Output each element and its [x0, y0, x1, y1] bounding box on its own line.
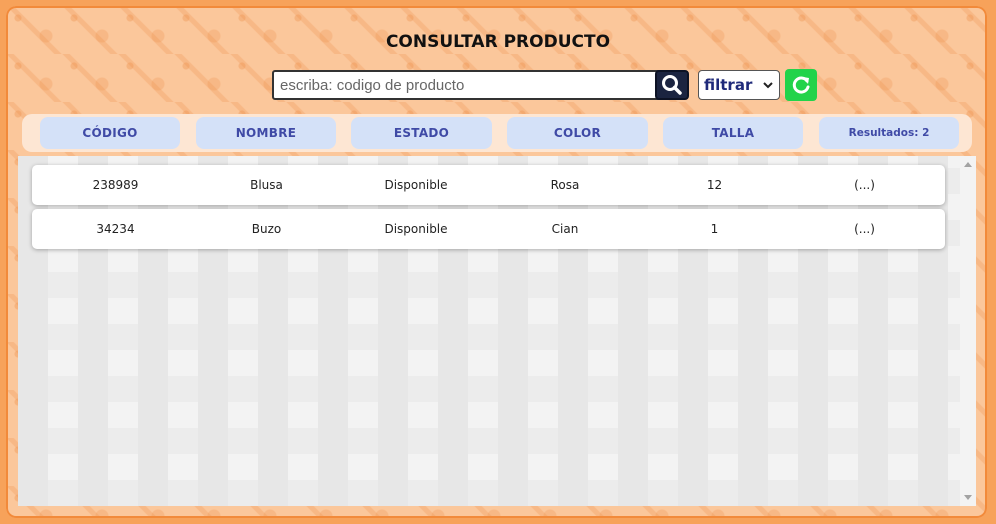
header-codigo[interactable]: CÓDIGO — [40, 117, 180, 149]
cell-nombre: Buzo — [251, 222, 282, 236]
chevron-down-icon — [763, 82, 773, 89]
header-color[interactable]: COLOR — [507, 117, 648, 149]
table-row[interactable]: 34234 Buzo Disponible Cian 1 (...) — [32, 209, 945, 249]
cell-estado: Disponible — [384, 222, 448, 236]
header-talla[interactable]: TALLA — [663, 117, 803, 149]
cell-nombre: Blusa — [250, 178, 283, 192]
filter-select-value: filtrar — [704, 76, 753, 94]
header-estado[interactable]: ESTADO — [351, 117, 492, 149]
cell-codigo: 34234 — [96, 222, 135, 236]
scrollbar[interactable] — [960, 156, 976, 506]
table-header: CÓDIGO NOMBRE ESTADO COLOR TALLA Resulta… — [22, 114, 972, 152]
search-icon — [662, 75, 682, 95]
cell-talla: 12 — [706, 178, 723, 192]
table-row[interactable]: 238989 Blusa Disponible Rosa 12 (...) — [32, 165, 945, 205]
results-count: Resultados: 2 — [819, 117, 959, 149]
refresh-icon — [792, 76, 810, 94]
header-nombre[interactable]: NOMBRE — [196, 117, 336, 149]
row-more-link[interactable]: (...) — [797, 209, 932, 249]
cell-talla: 1 — [710, 222, 719, 236]
scroll-up-arrow[interactable] — [964, 162, 972, 167]
refresh-button[interactable] — [785, 69, 817, 101]
page-title: CONSULTAR PRODUCTO — [385, 32, 611, 52]
scroll-down-arrow[interactable] — [964, 495, 972, 500]
search-button[interactable] — [655, 70, 689, 100]
cell-codigo: 238989 — [92, 178, 139, 192]
row-more-link[interactable]: (...) — [797, 165, 932, 205]
search-input[interactable] — [272, 70, 662, 100]
cell-color: Cian — [551, 222, 579, 236]
cell-estado: Disponible — [384, 178, 448, 192]
results-list[interactable]: 238989 Blusa Disponible Rosa 12 (...) 34… — [18, 156, 976, 506]
filter-select[interactable]: filtrar — [698, 70, 780, 100]
cell-color: Rosa — [550, 178, 580, 192]
